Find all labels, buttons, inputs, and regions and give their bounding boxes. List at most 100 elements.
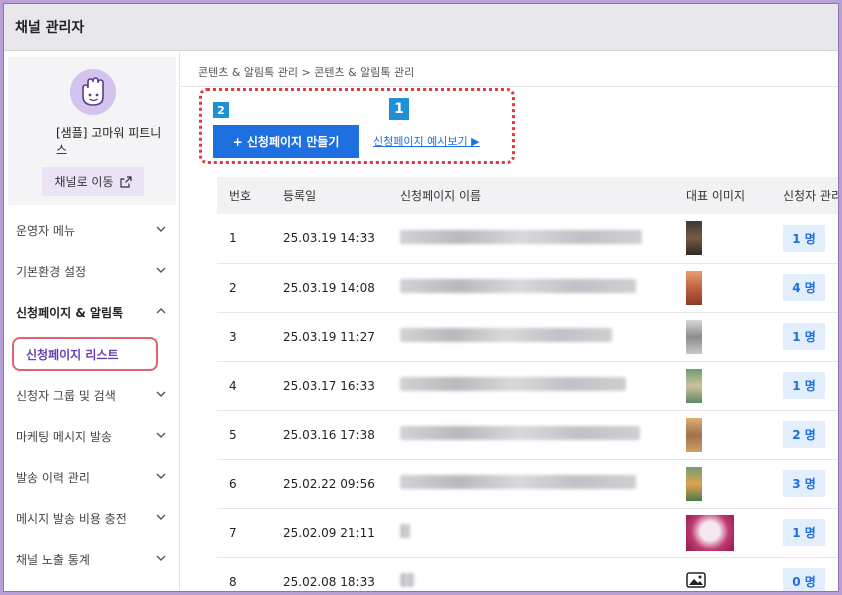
cell-name-redacted[interactable] [390,557,672,591]
sidebar-item-label: 기본환경 설정 [16,265,87,279]
cell-image[interactable] [672,312,767,362]
signup-page-table: 번호 등록일 신청페이지 이름 대표 이미지 신청자 관리 1 25.03.19… [217,177,838,591]
cell-name-redacted[interactable] [390,263,672,313]
applicant-count-badge[interactable]: 1 명 [783,224,825,252]
redacted-text [400,229,642,244]
thumbnail-image[interactable] [686,466,702,501]
chevron-down-icon [156,432,166,438]
applicant-count-badge[interactable]: 2 명 [783,421,825,448]
cell-name-redacted[interactable] [390,410,672,460]
cell-no: 8 [217,557,269,591]
cell-applicants[interactable]: 1 명 [767,361,838,411]
goto-channel-button[interactable]: 채널로 이동 [42,167,144,196]
table-row[interactable]: 5 25.03.16 17:38 2 명 [217,410,838,460]
sidebar-item-basic-settings[interactable]: 기본환경 설정 [4,251,180,292]
sidebar-item-label: 신청페이지 & 알림톡 [16,306,124,320]
sidebar-item-operator-menu[interactable]: 운영자 메뉴 [4,210,180,251]
sidebar-subitem-signup-page-list[interactable]: 신청페이지 리스트 [4,333,180,375]
cell-applicants[interactable]: 1 명 [767,508,838,558]
sidebar-item-send-history[interactable]: 발송 이력 관리 [4,457,180,498]
avatar [70,69,116,115]
redacted-text [400,426,640,440]
cell-image[interactable] [672,557,767,591]
cell-no: 2 [217,263,269,313]
cell-image[interactable] [672,361,767,411]
sidebar-menu: 운영자 메뉴 기본환경 설정 신청페이지 & 알림톡 신청페이지 리스트 신청자… [4,210,180,580]
applicant-count-badge[interactable]: 1 명 [783,323,825,350]
cell-image[interactable] [672,263,767,313]
cell-name-redacted[interactable] [390,361,672,411]
cell-date: 25.02.08 18:33 [269,557,390,591]
preview-signup-page-link[interactable]: 신청페이지 예시보기 ▶ [373,133,480,149]
applicant-count-badge[interactable]: 0 명 [783,568,825,591]
redacted-text [400,524,410,538]
redacted-text [400,328,612,342]
step-badge-1: 1 [389,98,409,120]
cell-applicants[interactable]: 1 명 [767,214,838,264]
sidebar-item-applicant-groups[interactable]: 신청자 그룹 및 검색 [4,375,180,416]
cell-applicants[interactable]: 2 명 [767,410,838,460]
thumbnail-image[interactable] [686,368,702,403]
chevron-down-icon [156,267,166,273]
cell-image[interactable] [672,508,767,558]
divider [181,86,838,87]
column-header-date: 등록일 [269,177,390,214]
chevron-down-icon [156,473,166,479]
cell-image[interactable] [672,214,767,264]
cell-date: 25.03.19 14:33 [269,214,390,264]
main-content: 콘텐츠 & 알림톡 관리 > 콘텐츠 & 알림톡 관리 2 1 + 신청페이지 … [181,52,838,591]
thumbnail-image[interactable] [686,270,702,305]
chevron-down-icon [156,514,166,520]
chevron-down-icon [156,226,166,232]
cell-image[interactable] [672,410,767,460]
thumbnail-image[interactable] [686,221,702,256]
create-signup-page-button[interactable]: + 신청페이지 만들기 [213,125,359,158]
table-row[interactable]: 8 25.02.08 18:33 0 명 [217,557,838,591]
cell-name-redacted[interactable] [390,312,672,362]
cell-applicants[interactable]: 1 명 [767,312,838,362]
column-header-applicants: 신청자 관리 [767,177,838,214]
applicant-count-badge[interactable]: 1 명 [783,372,825,399]
cell-no: 4 [217,361,269,411]
goto-channel-label: 채널로 이동 [54,175,114,189]
cell-applicants[interactable]: 3 명 [767,459,838,509]
thumbnail-image[interactable] [686,417,702,452]
cell-name-redacted[interactable] [390,214,672,264]
channel-name: [샘플] 고마워 피트니스 [56,126,162,157]
cell-image[interactable] [672,459,767,509]
app-window: 채널 관리자 [샘플] 고마워 피트니스 채널로 이동 운영자 메뉴 기본환경 … [3,3,839,592]
table-row[interactable]: 4 25.03.17 16:33 1 명 [217,361,838,411]
sidebar-subitem-label: 신청페이지 리스트 [12,337,158,371]
cell-no: 6 [217,459,269,509]
table-row[interactable]: 2 25.03.19 14:08 4 명 [217,263,838,313]
thumbnail-image[interactable] [686,514,734,551]
table-row[interactable]: 3 25.03.19 11:27 1 명 [217,312,838,362]
sidebar-item-message-charge[interactable]: 메시지 발송 비용 충전 [4,498,180,539]
title-bar: 채널 관리자 [4,4,838,51]
sidebar-item-label: 신청자 그룹 및 검색 [16,389,116,403]
cell-name-redacted[interactable] [390,508,672,558]
table-row[interactable]: 1 25.03.19 14:33 1 명 [217,214,838,264]
table-row[interactable]: 7 25.02.09 21:11 1 명 [217,508,838,558]
cell-applicants[interactable]: 4 명 [767,263,838,313]
hand-logo-icon [70,69,116,115]
thumbnail-image[interactable] [686,319,702,354]
sidebar-item-signup-pages[interactable]: 신청페이지 & 알림톡 [4,292,180,333]
cell-date: 25.02.09 21:11 [269,508,390,558]
cell-applicants[interactable]: 0 명 [767,557,838,591]
table-row[interactable]: 6 25.02.22 09:56 3 명 [217,459,838,509]
column-header-image: 대표 이미지 [672,177,767,214]
redacted-text [400,573,414,587]
sidebar-item-label: 발송 이력 관리 [16,471,90,485]
cell-date: 25.03.19 11:27 [269,312,390,362]
sidebar-item-channel-stats[interactable]: 채널 노출 통계 [4,539,180,580]
applicant-count-badge[interactable]: 3 명 [783,470,825,497]
column-header-name: 신청페이지 이름 [390,177,672,214]
sidebar-item-marketing-messages[interactable]: 마케팅 메시지 발송 [4,416,180,457]
redacted-text [400,475,636,489]
sidebar-item-label: 운영자 메뉴 [16,224,76,238]
applicant-count-badge[interactable]: 1 명 [783,519,825,546]
cell-name-redacted[interactable] [390,459,672,509]
breadcrumb: 콘텐츠 & 알림톡 관리 > 콘텐츠 & 알림톡 관리 [198,66,415,79]
applicant-count-badge[interactable]: 4 명 [783,274,825,301]
